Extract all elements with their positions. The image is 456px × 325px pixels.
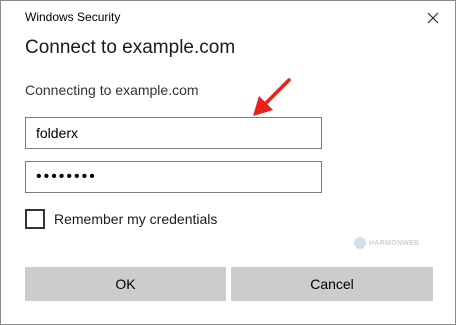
close-icon (427, 12, 439, 24)
watermark-logo-icon (354, 237, 366, 249)
cancel-button[interactable]: Cancel (231, 267, 433, 301)
watermark: HARMONWEB (354, 237, 420, 249)
username-field[interactable] (25, 117, 322, 149)
title-bar: Windows Security (1, 1, 455, 35)
watermark-text: HARMONWEB (369, 239, 420, 247)
remember-credentials-option[interactable]: Remember my credentials (25, 209, 217, 229)
ok-button[interactable]: OK (25, 267, 226, 301)
credentials-dialog: Windows Security Connect to example.com … (0, 0, 456, 325)
dialog-heading: Connect to example.com (25, 37, 236, 58)
password-field[interactable] (25, 161, 322, 193)
close-button[interactable] (419, 5, 447, 31)
red-arrow-icon (253, 78, 291, 116)
dialog-subtext: Connecting to example.com (25, 82, 199, 98)
remember-checkbox[interactable] (25, 209, 45, 229)
window-title: Windows Security (25, 10, 121, 24)
remember-label: Remember my credentials (54, 211, 218, 227)
